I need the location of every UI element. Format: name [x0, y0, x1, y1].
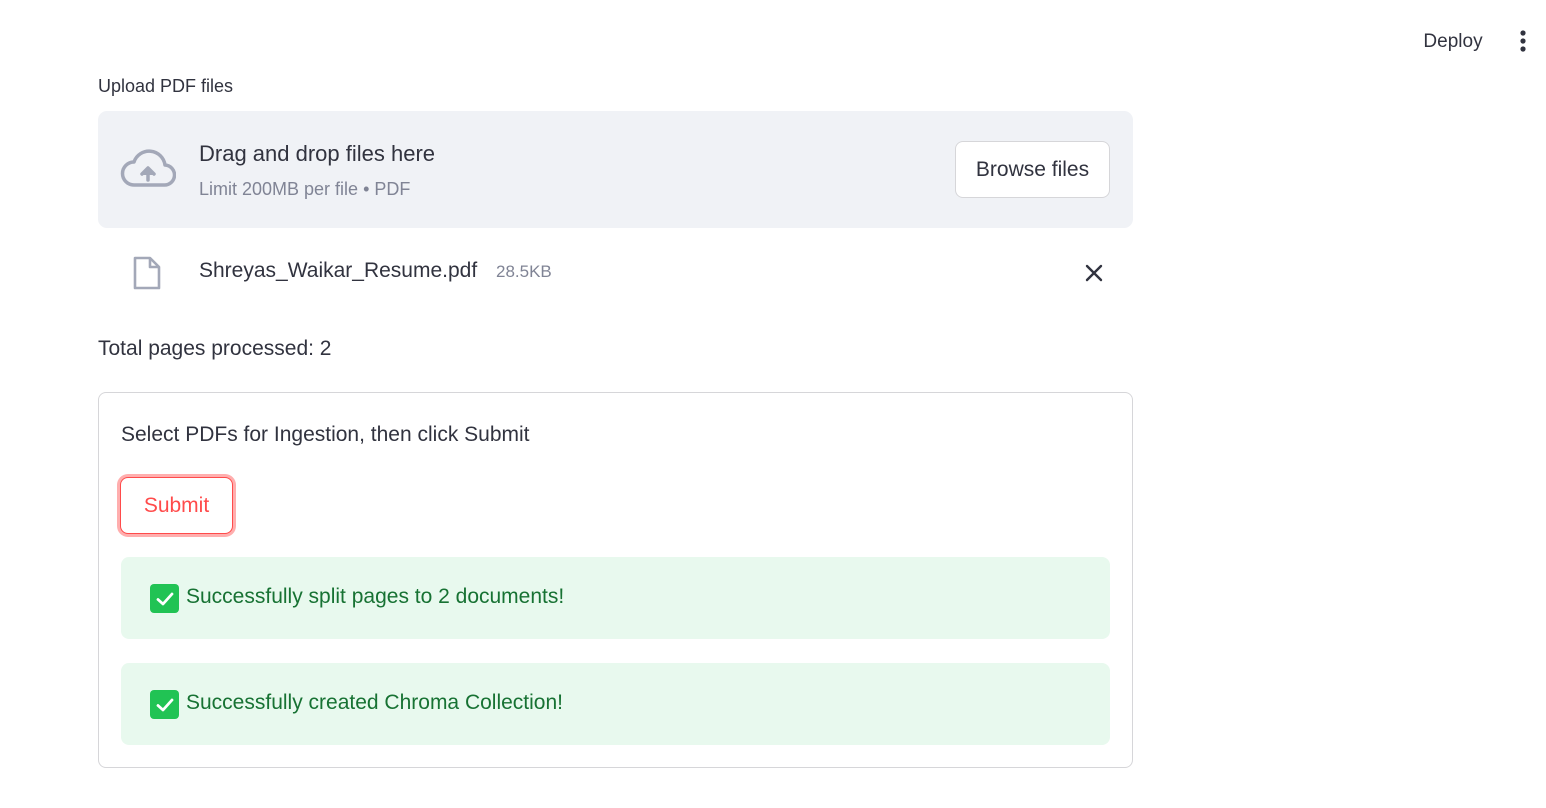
file-icon: [132, 255, 162, 291]
uploader-label: Upload PDF files: [98, 76, 234, 96]
form-instruction: Select PDFs for Ingestion, then click Su…: [121, 423, 530, 446]
close-icon[interactable]: [1080, 259, 1108, 287]
cloud-upload-icon: [120, 149, 177, 189]
uploaded-file-row: Shreyas_Waikar_Resume.pdf 28.5KB: [98, 245, 1133, 301]
file-size: 28.5KB: [496, 262, 552, 281]
check-icon: [150, 690, 179, 719]
alert-text: Successfully created Chroma Collection!: [186, 691, 563, 714]
app-header: Deploy: [0, 0, 1546, 70]
total-pages-text: Total pages processed: 2: [98, 337, 332, 360]
submit-button[interactable]: Submit: [120, 477, 233, 534]
deploy-button[interactable]: Deploy: [1411, 28, 1495, 56]
alert-text: Successfully split pages to 2 documents!: [186, 585, 565, 608]
browse-files-button[interactable]: Browse files: [955, 141, 1110, 198]
kebab-menu-icon[interactable]: [1508, 26, 1538, 56]
file-name: Shreyas_Waikar_Resume.pdf: [199, 259, 478, 282]
ingestion-form: Select PDFs for Ingestion, then click Su…: [98, 392, 1133, 768]
check-icon: [150, 584, 179, 613]
dropzone-subtitle: Limit 200MB per file • PDF: [199, 179, 411, 199]
file-dropzone[interactable]: Drag and drop files here Limit 200MB per…: [98, 111, 1133, 228]
success-alert: Successfully split pages to 2 documents!: [121, 557, 1110, 639]
dropzone-title: Drag and drop files here: [199, 141, 436, 166]
success-alert: Successfully created Chroma Collection!: [121, 663, 1110, 745]
